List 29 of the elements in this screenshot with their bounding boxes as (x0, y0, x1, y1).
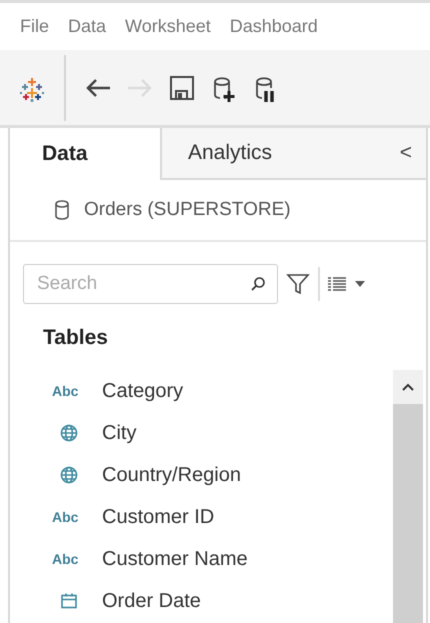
filter-icon[interactable] (286, 272, 310, 296)
menu-item[interactable]: Worksheet (125, 16, 211, 37)
field-item[interactable]: Category (102, 380, 184, 402)
section-heading: Tables (43, 326, 108, 349)
panel-tab[interactable]: Analytics (160, 128, 310, 180)
field-item[interactable]: Customer ID (102, 506, 214, 528)
scroll-up-icon[interactable] (393, 370, 423, 404)
list-view-icon[interactable] (328, 276, 346, 292)
dropdown-caret-icon[interactable] (354, 280, 366, 288)
database-icon (54, 199, 70, 221)
menu-item[interactable]: Dashboard (230, 16, 318, 37)
field-item[interactable]: Order Date (102, 590, 201, 612)
globe-icon (60, 466, 78, 484)
data-source-name[interactable]: Orders (SUPERSTORE) (84, 199, 291, 221)
field-item[interactable]: City (102, 422, 136, 444)
save-icon[interactable] (168, 74, 196, 102)
field-item[interactable]: Customer Name (102, 548, 248, 570)
field-item[interactable]: Country/Region (102, 464, 241, 486)
menu-item[interactable]: Data (68, 16, 106, 37)
calendar-icon (60, 592, 78, 610)
globe-icon (60, 424, 78, 442)
search-field[interactable]: Search (23, 264, 278, 304)
search-icon[interactable] (250, 276, 266, 292)
data-type-label: Abc (52, 383, 78, 399)
data-type-label: Abc (52, 551, 78, 567)
collapse-button[interactable]: < (400, 141, 412, 165)
scrollbar[interactable] (393, 370, 423, 623)
menu-item[interactable]: File (20, 16, 50, 37)
data-type-label: Abc (52, 509, 78, 525)
